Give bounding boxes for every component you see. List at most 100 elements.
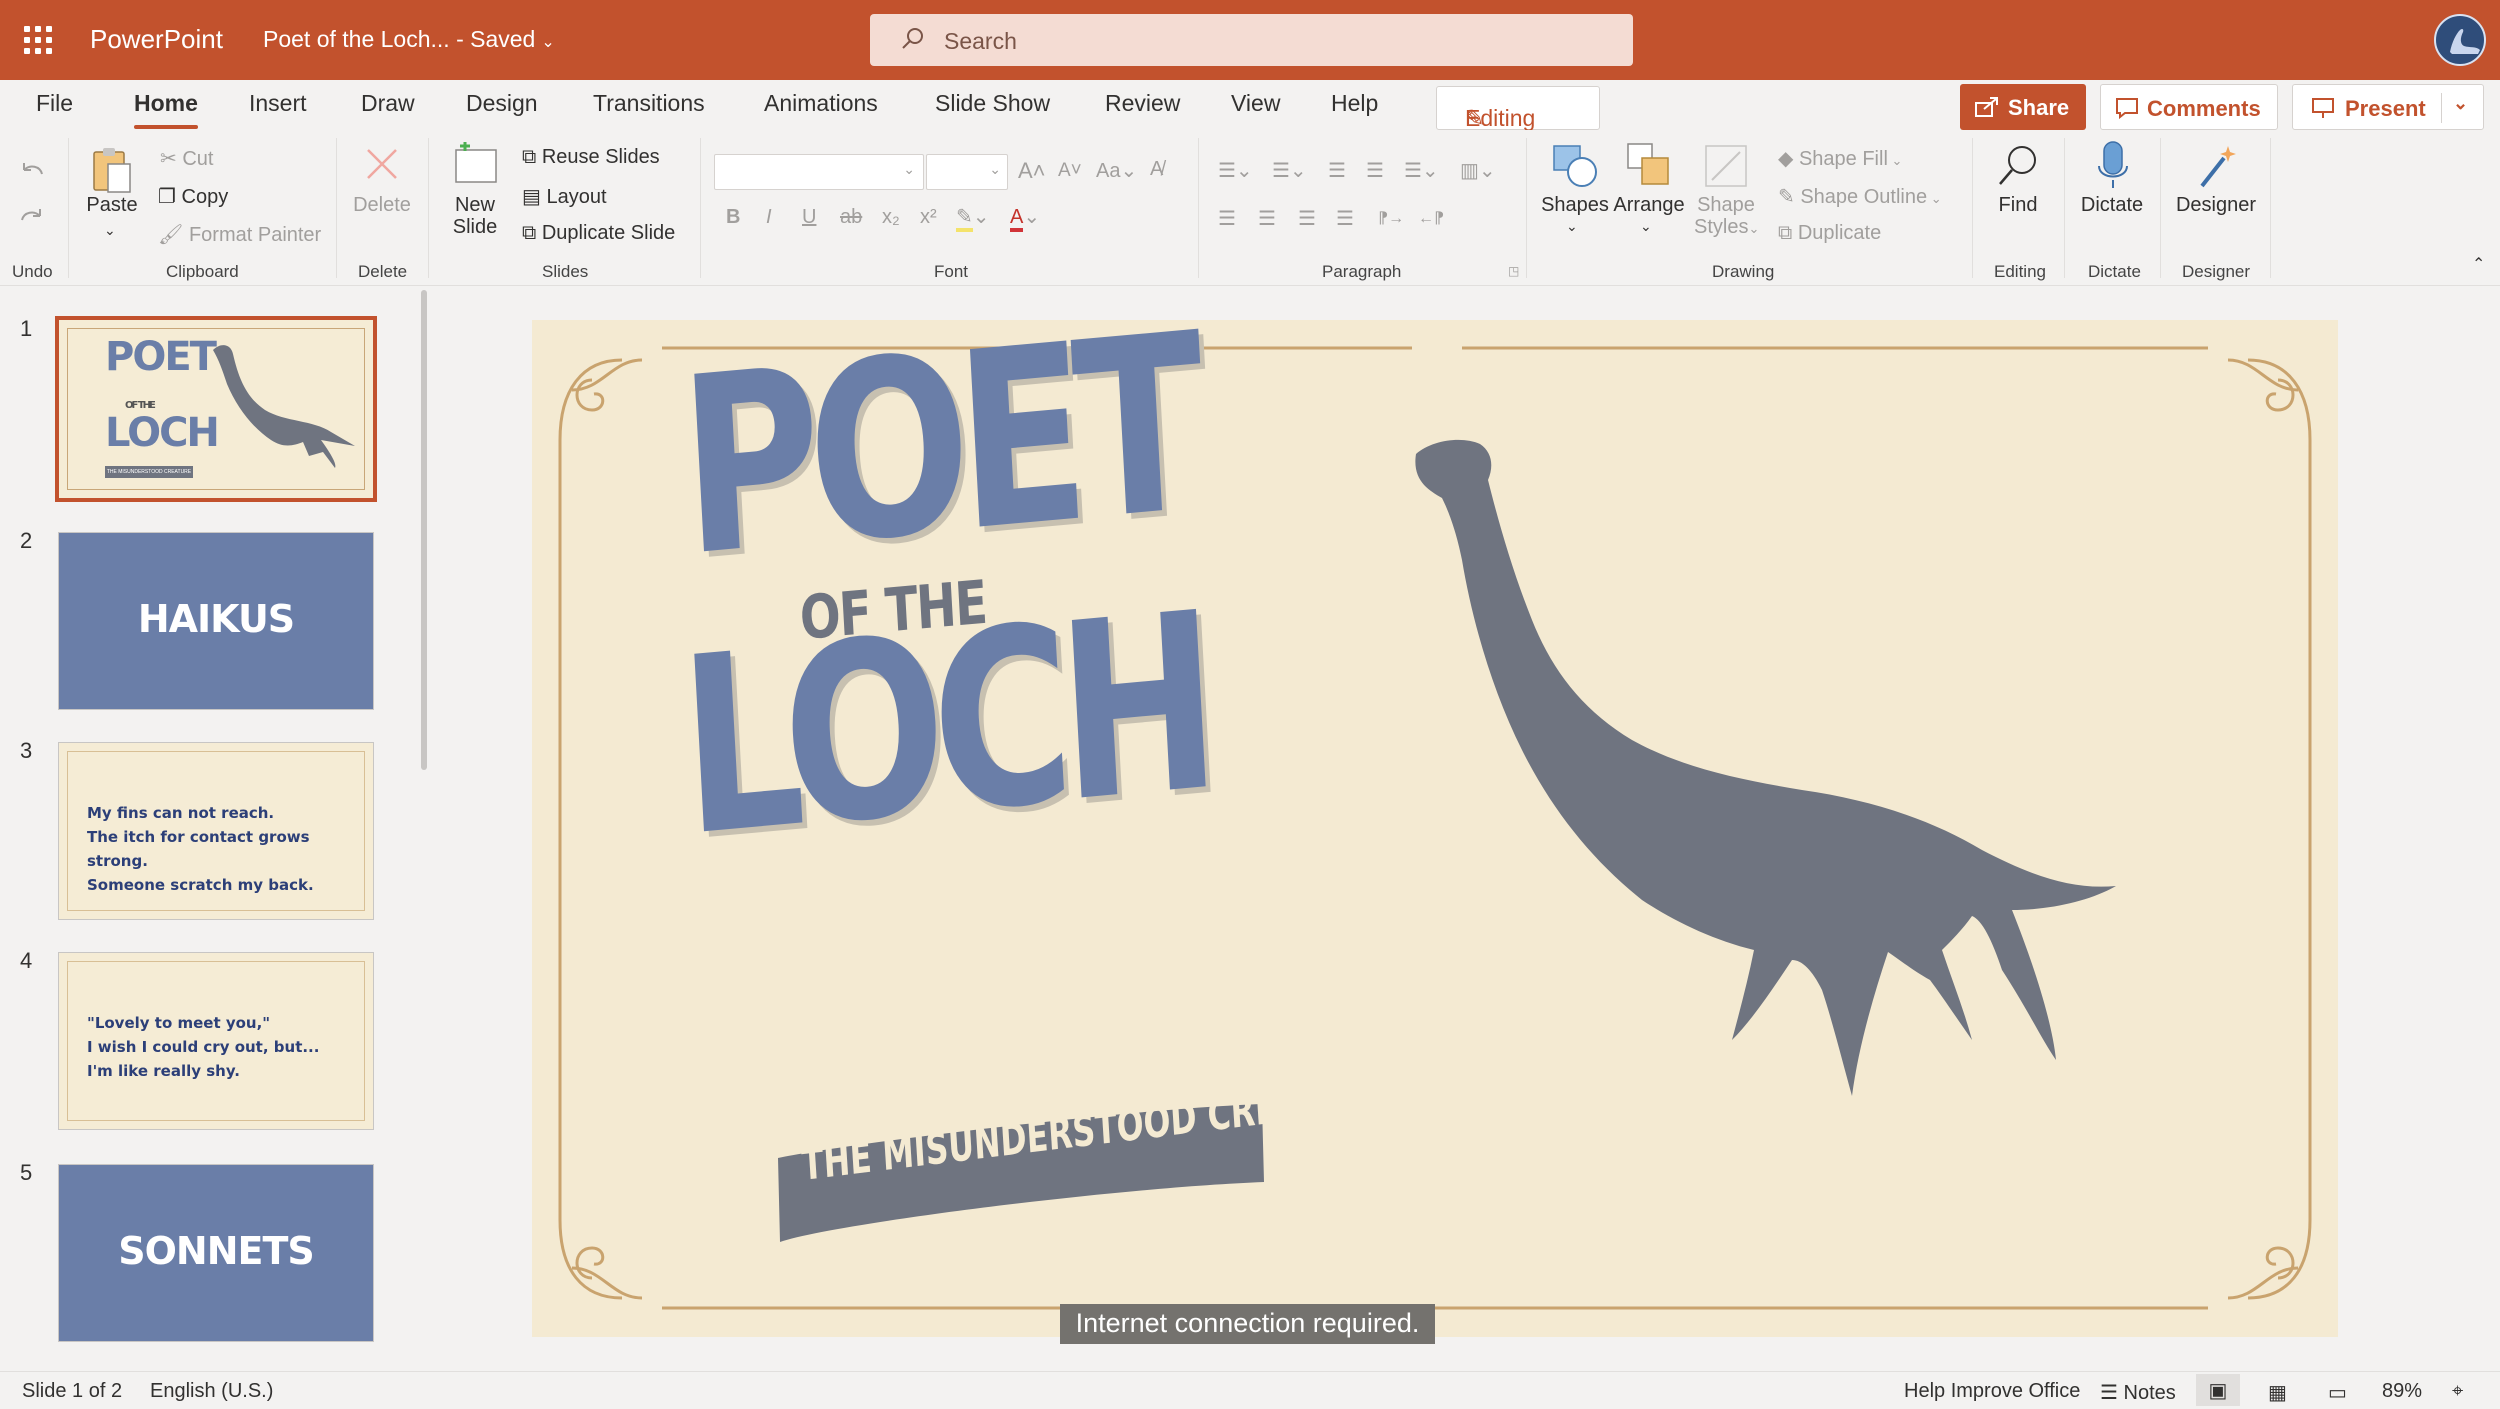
microphone-icon[interactable] (2096, 140, 2130, 192)
tab-animations[interactable]: Animations (764, 90, 878, 117)
app-launcher-icon[interactable] (24, 26, 52, 54)
current-slide[interactable]: POET OF THE LOCH THE MISUNDERSTOOD CREAT… (532, 320, 2338, 1337)
decrease-indent-icon[interactable]: ☰ (1328, 158, 1346, 183)
shrink-font-icon[interactable]: A˅ (1058, 160, 1082, 182)
increase-indent-icon[interactable]: ☰ (1366, 158, 1384, 183)
tab-insert[interactable]: Insert (249, 90, 307, 117)
new-slide-button[interactable]: New Slide (446, 194, 504, 238)
tab-help[interactable]: Help (1331, 90, 1378, 117)
subscript-icon[interactable]: x₂ (882, 206, 900, 229)
avatar[interactable] (2434, 14, 2486, 66)
share-button[interactable]: Share (1960, 84, 2086, 130)
undo-icon[interactable] (18, 160, 46, 186)
text-columns-icon[interactable]: ▥⌄ (1460, 158, 1496, 183)
zoom-level[interactable]: 89% (2382, 1380, 2422, 1403)
arrange-icon[interactable] (1624, 140, 1674, 190)
chevron-down-icon[interactable]: ⌄ (1640, 218, 1652, 235)
shape-fill-button[interactable]: Shape Fill (1799, 148, 1888, 170)
slide-thumbnail-5[interactable]: SONNETS (58, 1164, 374, 1342)
redo-icon[interactable] (18, 206, 46, 232)
slide-thumbnail-4[interactable]: "Lovely to meet you," I wish I could cry… (58, 952, 374, 1130)
arrange-button[interactable]: Arrange (1610, 194, 1688, 217)
align-right-icon[interactable]: ☰ (1298, 206, 1316, 231)
search-box[interactable]: Search (870, 14, 1633, 66)
duplicate-slide-button[interactable]: Duplicate Slide (542, 222, 675, 244)
slide-thumbnail-1[interactable]: POET OF THE LOCH THE MISUNDERSTOOD CREAT… (55, 316, 377, 502)
tab-draw[interactable]: Draw (361, 90, 415, 117)
thumbnail-line: I'm like really shy. (87, 1062, 240, 1080)
superscript-icon[interactable]: x² (920, 206, 937, 229)
ltr-icon[interactable]: ⁋→ (1378, 208, 1404, 228)
bullets-icon[interactable]: ☰⌄ (1218, 158, 1253, 183)
document-title[interactable]: Poet of the Loch... - Saved ⌄ (263, 26, 555, 53)
designer-button[interactable]: Designer (2174, 194, 2258, 217)
paste-icon[interactable] (90, 144, 134, 196)
font-family-select[interactable]: ⌄ (714, 154, 924, 190)
designer-wand-icon[interactable] (2196, 142, 2240, 190)
reuse-slides-button[interactable]: Reuse Slides (542, 146, 660, 168)
strikethrough-icon[interactable]: ab (840, 206, 862, 229)
shape-styles-button[interactable]: Shape Styles⌄ (1694, 194, 1759, 240)
change-case-icon[interactable]: Aa⌄ (1096, 158, 1137, 183)
tab-slide-show[interactable]: Slide Show (935, 90, 1050, 117)
app-name[interactable]: PowerPoint (90, 24, 223, 55)
justify-icon[interactable]: ☰ (1336, 206, 1354, 231)
numbering-icon[interactable]: ☰⌄ (1272, 158, 1307, 183)
slide-sorter-icon[interactable]: ▦ (2268, 1380, 2287, 1405)
normal-view-icon[interactable]: ▣ (2196, 1374, 2240, 1406)
font-size-select[interactable]: ⌄ (926, 154, 1008, 190)
reading-view-icon[interactable]: ▭ (2328, 1380, 2347, 1405)
grow-font-icon[interactable]: A˄ (1018, 158, 1046, 184)
thumbnails-scrollbar[interactable] (421, 290, 427, 770)
cut-button[interactable]: Cut (182, 148, 213, 170)
chevron-down-icon[interactable]: ⌄ (1566, 218, 1578, 235)
new-slide-icon[interactable] (452, 142, 500, 188)
rtl-icon[interactable]: ←⁋ (1418, 208, 1444, 228)
format-painter-button[interactable]: Format Painter (189, 224, 321, 246)
italic-icon[interactable]: I (766, 206, 772, 229)
paste-label[interactable]: Paste (86, 194, 138, 217)
shapes-button[interactable]: Shapes (1538, 194, 1612, 217)
tab-home[interactable]: Home (134, 90, 198, 129)
slide-thumbnail-3[interactable]: My fins can not reach. The itch for cont… (58, 742, 374, 920)
slide-thumbnail-2[interactable]: HAIKUS (58, 532, 374, 710)
shapes-icon[interactable] (1550, 142, 1600, 190)
delete-button[interactable]: Delete (350, 194, 414, 217)
chevron-down-icon[interactable]: ⌄ (2453, 93, 2468, 114)
collapse-ribbon-icon[interactable]: ⌃ (2472, 254, 2485, 274)
underline-icon[interactable]: U (802, 206, 816, 229)
comments-button[interactable]: Comments (2100, 84, 2278, 130)
dictate-button[interactable]: Dictate (2076, 194, 2148, 217)
find-icon[interactable] (1996, 142, 2040, 190)
tab-review[interactable]: Review (1105, 90, 1180, 117)
slide-title-line-1: POET (674, 320, 1200, 611)
chevron-down-icon[interactable]: ⌄ (104, 222, 116, 239)
font-color-icon[interactable]: A⌄ (1010, 204, 1040, 232)
language-indicator[interactable]: English (U.S.) (150, 1380, 273, 1403)
tab-view[interactable]: View (1231, 90, 1280, 117)
clear-formatting-icon[interactable]: A̸ (1150, 158, 1163, 181)
help-improve-office-link[interactable]: Help Improve Office (1904, 1380, 2080, 1403)
fit-to-window-icon[interactable]: ⌖ (2452, 1380, 2463, 1403)
align-left-icon[interactable]: ☰ (1218, 206, 1236, 231)
align-center-icon[interactable]: ☰ (1258, 206, 1276, 231)
copy-button[interactable]: Copy (182, 186, 229, 208)
editing-mode-button[interactable]: ✎ Editing ⌄ (1436, 86, 1600, 131)
tab-design[interactable]: Design (466, 90, 538, 117)
layout-button[interactable]: Layout (546, 186, 606, 208)
line-spacing-icon[interactable]: ☰⌄ (1404, 158, 1439, 183)
paragraph-dialog-launcher-icon[interactable]: ◳ (1508, 264, 1519, 278)
present-button[interactable]: Present ⌄ (2292, 84, 2484, 130)
shape-outline-button[interactable]: Shape Outline (1800, 186, 1927, 208)
tab-transitions[interactable]: Transitions (593, 90, 705, 117)
notes-toggle[interactable]: ☰ Notes (2100, 1380, 2176, 1405)
shape-styles-icon[interactable] (1702, 142, 1752, 190)
highlight-icon[interactable]: ✎⌄ (956, 204, 990, 232)
divider (2441, 93, 2442, 123)
chevron-down-icon: ⌄ (1465, 107, 1479, 124)
tab-file[interactable]: File (36, 90, 73, 117)
find-button[interactable]: Find (1986, 194, 2050, 217)
bold-icon[interactable]: B (726, 206, 740, 229)
duplicate-button[interactable]: Duplicate (1798, 222, 1881, 244)
delete-icon[interactable] (364, 146, 400, 182)
